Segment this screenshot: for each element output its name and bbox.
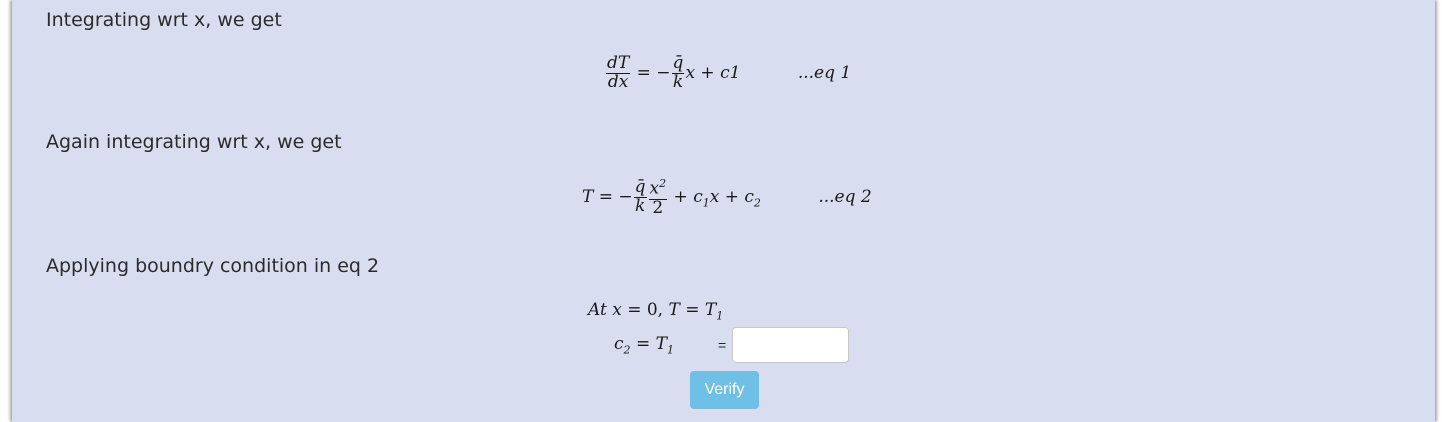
answer-equals-label: = xyxy=(717,337,727,353)
ans-c-letter: c xyxy=(614,333,624,354)
eq1-equals: = xyxy=(636,62,651,83)
ans-eq: = xyxy=(635,333,651,354)
eq2-c2: c2 xyxy=(744,187,761,210)
equation-2: T = − q̄ k x2 2 + c1x + c2 ...eq 2 xyxy=(582,178,872,217)
eq2-frac2-den: 2 xyxy=(652,197,664,218)
eq2-c1-sub: 1 xyxy=(702,196,710,210)
eq2-frac-1: q̄ k xyxy=(633,178,647,217)
answer-input[interactable] xyxy=(732,327,850,363)
eq1-lhs-den: dx xyxy=(607,71,629,92)
ans-T-letter: T xyxy=(655,333,667,354)
eq2-plus-1: + xyxy=(673,187,688,208)
ans-T1: T1 xyxy=(655,333,674,357)
step-1-heading: Integrating wrt x, we get xyxy=(46,9,282,31)
eq2-c2-letter: c xyxy=(744,187,754,208)
eq1-tag: ...eq 1 xyxy=(797,62,852,83)
bc-T1: T1 xyxy=(704,300,724,323)
ans-T-sub: 1 xyxy=(666,343,674,357)
equation-1: dT dx = − q̄ k x + c1 ...eq 1 xyxy=(605,54,852,92)
bc-x: x xyxy=(612,300,622,320)
eq2-frac2-num-sup: 2 xyxy=(659,177,667,190)
bc-at: At xyxy=(588,300,607,320)
step-3-heading: Applying boundry condition in eq 2 xyxy=(46,255,380,277)
answer-equation: c2 = T1 xyxy=(614,334,674,356)
answer-row: c2 = T1 = xyxy=(614,326,850,364)
eq1-rhs-den: k xyxy=(672,71,684,92)
bc-eq1: = 0, xyxy=(627,300,664,320)
eq1-rhs-fraction: q̄ k xyxy=(671,54,685,92)
eq2-tag: ...eq 2 xyxy=(818,187,872,208)
eq1-minus: − xyxy=(656,62,671,83)
eq2-equals: = xyxy=(598,187,613,208)
content-panel: Integrating wrt x, we get dT dx = − q̄ k… xyxy=(12,0,1435,422)
eq2-c1-letter: c xyxy=(693,187,703,208)
eq2-frac2-num: x2 xyxy=(648,177,668,200)
eq1-rest: x + c1 xyxy=(685,62,741,83)
eq2-frac-2: x2 2 xyxy=(648,177,668,218)
boundary-condition: At x = 0, T = T1 xyxy=(588,300,723,322)
eq2-c2-sub: 2 xyxy=(753,196,761,210)
bc-T1-sub: 1 xyxy=(716,309,724,323)
verify-button[interactable]: Verify xyxy=(690,371,759,409)
ans-c2: c2 xyxy=(614,333,631,357)
eq2-minus: − xyxy=(618,187,633,208)
bc-eq2: = xyxy=(685,300,700,320)
eq2-plus-2: + xyxy=(724,187,739,208)
bc-T1-letter: T xyxy=(704,300,717,320)
eq2-c1: c1x xyxy=(693,187,720,210)
eq2-c1-var: x xyxy=(709,187,720,208)
bc-T: T xyxy=(668,300,680,320)
eq1-lhs-fraction: dT dx xyxy=(606,54,631,92)
eq2-frac1-den: k xyxy=(634,196,646,217)
ans-c-sub: 2 xyxy=(623,343,631,357)
step-2-heading: Again integrating wrt x, we get xyxy=(46,131,342,153)
eq2-lhs: T xyxy=(582,187,594,208)
eq2-frac2-num-var: x xyxy=(649,178,660,199)
